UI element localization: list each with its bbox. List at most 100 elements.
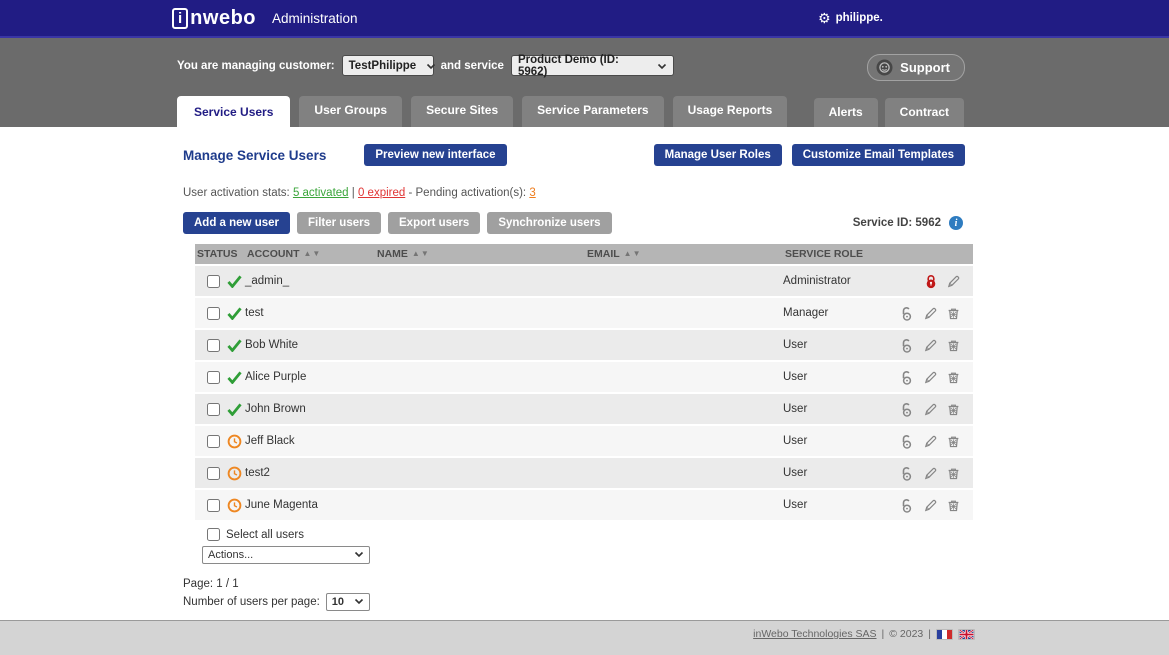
gear-icon: ⚙	[818, 11, 831, 25]
role-cell: Administrator	[783, 275, 895, 287]
tab-secure-sites[interactable]: Secure Sites	[411, 96, 513, 127]
delete-icon[interactable]	[946, 338, 961, 353]
account-cell: Alice Purple	[245, 371, 375, 383]
table-row: test2User	[195, 458, 973, 488]
row-checkbox[interactable]	[207, 435, 220, 448]
synchronize-users-button[interactable]: Synchronize users	[487, 212, 611, 234]
row-checkbox[interactable]	[207, 275, 220, 288]
uk-flag-icon[interactable]	[958, 629, 975, 640]
row-checkbox[interactable]	[207, 339, 220, 352]
activated-link[interactable]: 5 activated	[293, 187, 349, 199]
table-row: testManager	[195, 298, 973, 328]
edit-icon[interactable]	[923, 498, 938, 513]
status-cell	[195, 339, 245, 352]
delete-icon[interactable]	[946, 498, 961, 513]
activated-icon	[227, 275, 242, 288]
tab-contract[interactable]: Contract	[885, 98, 964, 127]
french-flag-icon[interactable]	[936, 629, 953, 640]
row-checkbox[interactable]	[207, 403, 220, 416]
customer-select-value: TestPhilippe	[349, 60, 417, 72]
delete-icon[interactable]	[946, 402, 961, 417]
delete-icon[interactable]	[946, 370, 961, 385]
row-checkbox[interactable]	[207, 307, 220, 320]
unlock-icon[interactable]	[899, 306, 915, 321]
status-cell	[195, 466, 245, 481]
unlock-icon[interactable]	[899, 402, 915, 417]
managing-label: You are managing customer:	[177, 60, 335, 72]
preview-interface-button[interactable]: Preview new interface	[364, 144, 506, 166]
stats-divider: |	[352, 187, 355, 199]
company-link[interactable]: inWebo Technologies SAS	[753, 628, 876, 640]
delete-icon[interactable]	[946, 306, 961, 321]
edit-icon[interactable]	[923, 338, 938, 353]
edit-icon[interactable]	[923, 402, 938, 417]
delete-icon[interactable]	[946, 434, 961, 449]
app-title: Administration	[272, 11, 358, 26]
row-actions	[895, 370, 973, 385]
unlock-icon[interactable]	[899, 498, 915, 513]
row-checkbox[interactable]	[207, 467, 220, 480]
expired-link[interactable]: 0 expired	[358, 187, 405, 199]
edit-icon[interactable]	[923, 306, 938, 321]
sort-email[interactable]: ▲▼	[624, 250, 641, 258]
per-page-select[interactable]: 10	[326, 593, 370, 611]
chevron-down-icon	[354, 549, 364, 561]
account-cell: John Brown	[245, 403, 375, 415]
add-user-button[interactable]: Add a new user	[183, 212, 290, 234]
customize-email-templates-button[interactable]: Customize Email Templates	[792, 144, 965, 166]
unlock-icon[interactable]	[899, 434, 915, 449]
pending-icon	[227, 466, 242, 481]
service-select[interactable]: Product Demo (ID: 5962)	[511, 55, 674, 76]
edit-icon[interactable]	[923, 434, 938, 449]
export-users-button[interactable]: Export users	[388, 212, 480, 234]
context-band: You are managing customer: TestPhilippe …	[0, 38, 1169, 127]
filter-users-button[interactable]: Filter users	[297, 212, 381, 234]
user-menu[interactable]: ⚙ philippe.	[818, 11, 883, 25]
tab-user-groups[interactable]: User Groups	[299, 96, 402, 127]
row-actions	[895, 466, 973, 481]
sort-name[interactable]: ▲▼	[412, 250, 429, 258]
role-cell: User	[783, 339, 895, 351]
table-row: Bob WhiteUser	[195, 330, 973, 360]
row-actions	[895, 306, 973, 321]
per-page-value: 10	[332, 596, 344, 608]
table-row: Jeff BlackUser	[195, 426, 973, 456]
info-icon[interactable]: i	[949, 216, 963, 230]
user-toolbar: Add a new user Filter users Export users…	[177, 212, 973, 234]
tab-usage-reports[interactable]: Usage Reports	[673, 96, 788, 127]
row-actions	[895, 402, 973, 417]
col-service-role: SERVICE ROLE	[783, 248, 895, 260]
row-actions	[895, 498, 973, 513]
pending-link[interactable]: 3	[529, 187, 535, 199]
tab-service-users[interactable]: Service Users	[177, 96, 290, 127]
edit-icon[interactable]	[923, 466, 938, 481]
unlock-icon[interactable]	[899, 466, 915, 481]
actions-select[interactable]: Actions...	[202, 546, 370, 564]
table-row: _admin_Administrator	[195, 266, 973, 296]
row-checkbox[interactable]	[207, 499, 220, 512]
row-actions	[895, 434, 973, 449]
sort-desc-icon: ▼	[312, 250, 320, 258]
edit-icon[interactable]	[923, 370, 938, 385]
col-status: STATUS	[195, 248, 245, 260]
manage-user-roles-button[interactable]: Manage User Roles	[654, 144, 782, 166]
select-all-checkbox[interactable]	[207, 528, 220, 541]
delete-icon[interactable]	[946, 466, 961, 481]
row-checkbox[interactable]	[207, 371, 220, 384]
table-row: Alice PurpleUser	[195, 362, 973, 392]
customer-select[interactable]: TestPhilippe	[342, 55, 434, 76]
unlock-icon[interactable]	[899, 370, 915, 385]
col-name: NAME ▲▼	[375, 248, 585, 260]
footer-bar: inWebo Technologies SAS | © 2023 |	[0, 620, 1169, 655]
support-button[interactable]: Support	[867, 54, 965, 81]
page-heading-row: Manage Service Users Preview new interfa…	[177, 144, 973, 166]
lock-icon[interactable]	[924, 274, 938, 289]
tab-service-parameters[interactable]: Service Parameters	[522, 96, 663, 127]
sort-account[interactable]: ▲▼	[304, 250, 321, 258]
tab-alerts[interactable]: Alerts	[814, 98, 878, 127]
per-page-row: Number of users per page: 10	[177, 593, 973, 611]
account-cell: June Magenta	[245, 499, 375, 511]
unlock-icon[interactable]	[899, 338, 915, 353]
edit-icon[interactable]	[946, 274, 961, 289]
actions-select-value: Actions...	[208, 549, 253, 561]
